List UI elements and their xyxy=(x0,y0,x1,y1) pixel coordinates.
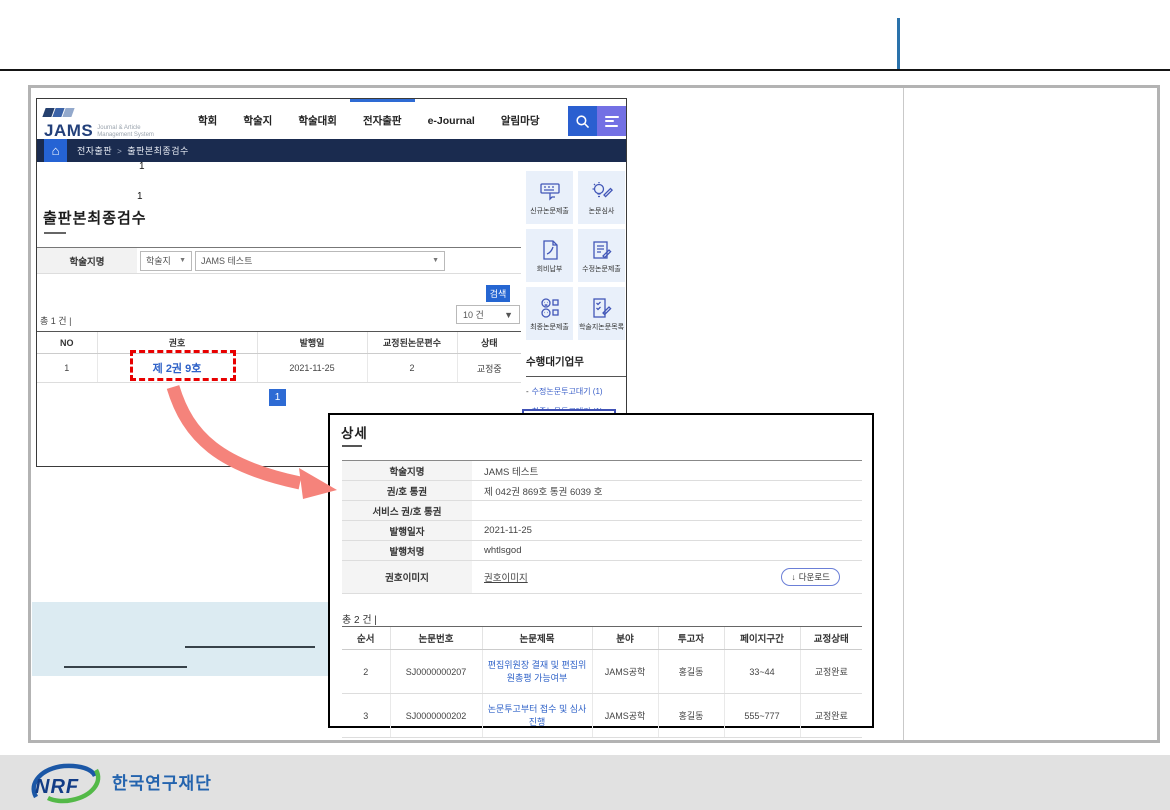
nrf-logo-icon: NRF xyxy=(26,761,110,807)
nav-item-journal[interactable]: 학술지 xyxy=(230,99,285,139)
page-title: 출판본최종검수 xyxy=(43,207,147,228)
detail-row-journal: 학술지명 JAMS 테스트 xyxy=(342,461,862,481)
svg-text:NRF: NRF xyxy=(35,776,79,798)
checklist-icon xyxy=(590,296,614,320)
pending-task-revised[interactable]: -수정논문투고대기 (1) xyxy=(526,386,626,397)
chevron-down-icon: ▼ xyxy=(432,257,439,264)
article-count: 총 2 건 | xyxy=(342,611,377,626)
per-page-select[interactable]: 10 건▼ xyxy=(456,305,520,324)
detail-row-volume: 권/호 통권 제 042권 869호 통권 6039 호 xyxy=(342,481,862,501)
top-navbar: JAMS Journal & ArticleManagement System … xyxy=(37,99,626,139)
keyboard-icon xyxy=(538,180,562,204)
note-line xyxy=(64,666,187,668)
breadcrumb: 전자출판>출판본최종검수 xyxy=(77,144,189,157)
idea-icon xyxy=(590,180,614,204)
nav-item-society[interactable]: 학회 xyxy=(185,99,230,139)
article-title-link[interactable]: 편집위원장 결재 및 편집위원총평 가능여부 xyxy=(483,659,592,683)
search-icon xyxy=(574,113,591,130)
faces-icon xyxy=(538,296,562,320)
search-form: 학술지명 학술지▼ JAMS 테스트▼ xyxy=(37,247,521,274)
quick-menu-sidebar: 신규논문제출 논문심사 회비납부 xyxy=(526,171,626,417)
tile-fee-payment[interactable]: 회비납부 xyxy=(526,229,573,282)
article-row: 3 SJ0000000202 논문투고부터 접수 및 심사 진행 JAMS공학 … xyxy=(342,694,862,738)
header-rule xyxy=(0,69,1170,71)
pagination-page-1[interactable]: 1 xyxy=(269,389,286,406)
note-line xyxy=(185,646,315,648)
stray-number-1: 1 xyxy=(139,161,145,172)
breadcrumb-bar: ⌂ 전자출판>출판본최종검수 xyxy=(37,139,626,162)
tile-revised-submission[interactable]: 수정논문제출 xyxy=(578,229,625,282)
search-button[interactable] xyxy=(568,106,597,136)
detail-panel: 상세 학술지명 JAMS 테스트 권/호 통권 제 042권 869호 통권 6… xyxy=(328,413,874,728)
tile-review[interactable]: 논문심사 xyxy=(578,171,625,224)
jams-logo-tagline: Journal & ArticleManagement System xyxy=(97,125,154,139)
edit-doc-icon xyxy=(590,238,614,262)
detail-title-underline xyxy=(342,445,362,447)
chevron-down-icon: ▼ xyxy=(504,310,513,320)
jams-logo-diamonds-icon xyxy=(44,104,154,122)
header-column-divider xyxy=(897,18,900,70)
journal-name-label: 학술지명 xyxy=(37,248,137,273)
tile-final-submission[interactable]: 최종논문제출 xyxy=(526,287,573,340)
article-table: 순서 논문번호 논문제목 분야 투고자 페이지구간 교정상태 2 SJ00000… xyxy=(342,626,862,738)
pending-tasks-title: 수행대기업무 xyxy=(526,354,626,377)
highlight-box xyxy=(130,350,236,381)
issue-table: NO 권호 발행일 교정된논문편수 상태 1 제 2권 9호 2021-11-2… xyxy=(37,331,521,383)
nav-item-conference[interactable]: 학술대회 xyxy=(285,99,350,139)
download-icon: ↓ xyxy=(791,572,795,582)
tile-new-submission[interactable]: 신규논문제출 xyxy=(526,171,573,224)
footer-bar: NRF 한국연구재단 xyxy=(0,755,1170,810)
nrf-org-name: 한국연구재단 xyxy=(112,769,212,794)
issue-table-header: NO 권호 발행일 교정된논문편수 상태 xyxy=(37,332,521,354)
detail-row-publisher: 발행처명 whtlsgod xyxy=(342,541,862,561)
detail-title: 상세 xyxy=(341,422,368,442)
detail-row-pubdate: 발행일자 2021-11-25 xyxy=(342,521,862,541)
tile-article-list[interactable]: 학술지논문목록 xyxy=(578,287,625,340)
content-column-divider xyxy=(903,88,904,740)
hamburger-icon xyxy=(605,113,619,129)
article-table-header: 순서 논문번호 논문제목 분야 투고자 페이지구간 교정상태 xyxy=(342,627,862,650)
note-highlight-block xyxy=(32,602,330,676)
page: JAMS Journal & ArticleManagement System … xyxy=(0,0,1170,810)
article-row: 2 SJ0000000207 편집위원장 결재 및 편집위원총평 가능여부 JA… xyxy=(342,650,862,694)
download-button[interactable]: ↓ 다운로드 xyxy=(781,568,840,586)
stray-number-2: 1 xyxy=(137,191,143,202)
journal-select[interactable]: JAMS 테스트▼ xyxy=(195,251,445,271)
cover-image-link[interactable]: 권호이미지 xyxy=(484,570,528,584)
issue-detail-table: 학술지명 JAMS 테스트 권/호 통권 제 042권 869호 통권 6039… xyxy=(342,460,862,594)
result-count: 총 1 건 | xyxy=(40,314,71,327)
page-title-underline xyxy=(44,232,66,234)
chevron-down-icon: ▼ xyxy=(179,257,186,264)
journal-type-select[interactable]: 학술지▼ xyxy=(140,251,192,271)
article-title-link[interactable]: 논문투고부터 접수 및 심사 진행 xyxy=(483,703,592,727)
nav-item-epublish[interactable]: 전자출판 xyxy=(350,99,415,139)
nav-item-ejournal[interactable]: e-Journal xyxy=(415,99,488,139)
jams-screenshot: JAMS Journal & ArticleManagement System … xyxy=(36,98,627,467)
nav-item-notice[interactable]: 알림마당 xyxy=(488,99,553,139)
jams-logo-text: JAMS xyxy=(44,122,93,139)
detail-row-service-volume: 서비스 권/호 통권 xyxy=(342,501,862,521)
fee-doc-icon xyxy=(538,238,562,262)
menu-button[interactable] xyxy=(597,106,626,136)
jams-logo[interactable]: JAMS Journal & ArticleManagement System xyxy=(44,104,154,139)
home-icon[interactable]: ⌂ xyxy=(44,139,67,162)
search-submit-button[interactable]: 검색 xyxy=(486,285,510,302)
detail-row-cover-image: 권호이미지 권호이미지 ↓ 다운로드 xyxy=(342,561,862,594)
main-nav: 학회 학술지 학술대회 전자출판 e-Journal 알림마당 xyxy=(185,99,553,139)
issue-row: 1 제 2권 9호 2021-11-25 2 교정중 xyxy=(37,354,521,383)
